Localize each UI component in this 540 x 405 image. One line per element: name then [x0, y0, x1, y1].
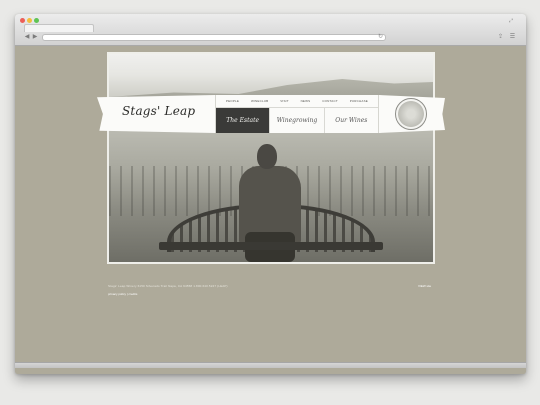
credits-link[interactable]: credits — [128, 292, 137, 296]
crest-ribbon — [379, 95, 445, 133]
address-bar[interactable]: ↻ — [42, 34, 386, 41]
page-viewport: Stags' Leap PEOPLE WINECLUB VISIT NEWS C… — [15, 47, 526, 374]
hero-photo-frame — [107, 52, 435, 264]
nav-item-visit[interactable]: VISIT — [280, 99, 289, 103]
share-icon[interactable]: ⇪ — [497, 34, 504, 41]
reader-icon[interactable]: ☰ — [509, 34, 516, 41]
site-header: Stags' Leap PEOPLE WINECLUB VISIT NEWS C… — [97, 95, 445, 133]
window-bottom-bar — [15, 362, 526, 368]
top-nav: PEOPLE WINECLUB VISIT NEWS CONTACT PURCH… — [216, 95, 378, 108]
minimize-window-icon[interactable] — [27, 18, 32, 23]
browser-window: ⤢ ◀ ▶ ↻ ⇪ ☰ Stags' Leap PEOPLE WINECLUB … — [15, 14, 526, 374]
browser-tab[interactable] — [24, 24, 94, 32]
logo-ribbon[interactable]: Stags' Leap — [97, 95, 215, 133]
reload-icon[interactable]: ↻ — [378, 33, 383, 40]
subnav-item-winegrowing[interactable]: Winegrowing — [270, 108, 325, 133]
subnav-item-our-wines[interactable]: Our Wines — [325, 108, 378, 133]
site-logo[interactable]: Stags' Leap — [122, 104, 195, 118]
window-resize-icon[interactable]: ⤢ — [509, 18, 513, 24]
close-window-icon[interactable] — [20, 18, 25, 23]
forward-arrow-icon[interactable]: ▶ — [32, 34, 38, 41]
man-head-shape — [257, 144, 277, 169]
sub-nav: The Estate Winegrowing Our Wines — [216, 108, 378, 133]
hero-photo — [109, 54, 433, 262]
nav-item-people[interactable]: PEOPLE — [226, 99, 239, 103]
nav-item-news[interactable]: NEWS — [301, 99, 311, 103]
privacy-policy-link[interactable]: privacy policy — [108, 292, 126, 296]
footer-address: Stags' Leap Winery 6150 Silverado Trail … — [108, 284, 228, 288]
footer-links: privacy policy | credits — [108, 292, 137, 296]
subnav-item-estate[interactable]: The Estate — [216, 108, 271, 133]
nav-item-contact[interactable]: CONTACT — [322, 99, 338, 103]
nav-item-wineclub[interactable]: WINECLUB — [251, 99, 268, 103]
stag-crest-icon[interactable] — [395, 98, 427, 130]
nav-item-purchase[interactable]: PURCHASE — [350, 99, 368, 103]
navigation-box: PEOPLE WINECLUB VISIT NEWS CONTACT PURCH… — [215, 95, 379, 133]
bench-seat-shape — [159, 242, 383, 250]
back-arrow-icon[interactable]: ◀ — [24, 34, 30, 41]
zoom-window-icon[interactable] — [34, 18, 39, 23]
footer-right-link[interactable]: VIEW site — [418, 284, 431, 288]
browser-toolbar: ⤢ ◀ ▶ ↻ ⇪ ☰ — [15, 14, 526, 46]
